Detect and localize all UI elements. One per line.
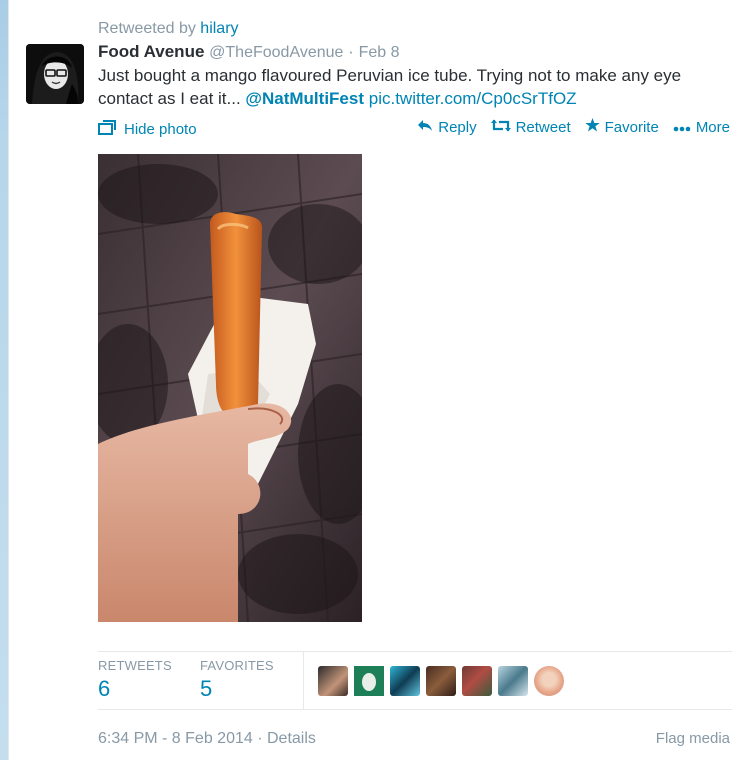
retweet-button[interactable]: Retweet — [490, 118, 571, 136]
pic-link[interactable]: pic.twitter.com/Cp0cSrTfOZ — [369, 89, 577, 108]
retweeted-by-line: Retweeted by hilary — [98, 20, 239, 38]
reply-icon — [417, 119, 433, 136]
avatar[interactable] — [26, 44, 84, 104]
tweet-card: Retweeted by hilary Food Avenue @TheFood… — [8, 0, 755, 760]
retweets-label: RETWEETS — [98, 658, 172, 673]
hide-photo-label: Hide photo — [124, 121, 197, 138]
author-name[interactable]: Food Avenue — [98, 42, 204, 61]
avatar[interactable] — [390, 666, 420, 696]
avatar[interactable] — [534, 666, 564, 696]
hide-photo-button[interactable]: Hide photo — [98, 120, 197, 139]
more-icon — [673, 119, 691, 136]
favoriter-avatars — [318, 666, 564, 696]
tweet-text: Just bought a mango flavoured Peruvian i… — [98, 64, 738, 110]
footer-separator: · — [257, 730, 263, 747]
retweets-count: 6 — [98, 676, 111, 701]
star-icon — [584, 118, 600, 136]
header-separator: · — [348, 42, 354, 61]
favorites-stat[interactable]: FAVORITES 5 — [200, 658, 274, 702]
retweet-label: Retweet — [515, 118, 571, 136]
tweet-actions: Reply Retweet Favorite More — [417, 118, 730, 136]
avatar[interactable] — [354, 666, 384, 696]
flag-media-link[interactable]: Flag media — [656, 730, 730, 747]
stats-vertical-divider — [303, 652, 304, 709]
tweet-date[interactable]: Feb 8 — [359, 44, 400, 61]
reply-label: Reply — [438, 118, 477, 136]
timestamp-text: 6:34 PM - 8 Feb 2014 — [98, 730, 253, 747]
retweet-icon — [490, 119, 511, 136]
tweet-photo[interactable] — [98, 154, 362, 622]
favorite-label: Favorite — [604, 118, 659, 136]
reply-button[interactable]: Reply — [417, 118, 477, 136]
more-label: More — [695, 118, 730, 136]
retweeter-link[interactable]: hilary — [200, 20, 238, 37]
tweet-header: Food Avenue @TheFoodAvenue · Feb 8 — [98, 42, 399, 62]
avatar[interactable] — [498, 666, 528, 696]
more-button[interactable]: More — [673, 118, 730, 136]
retweeted-by-prefix: Retweeted by — [98, 20, 196, 37]
avatar[interactable] — [462, 666, 492, 696]
author-handle[interactable]: @TheFoodAvenue — [209, 44, 343, 61]
details-link[interactable]: Details — [267, 730, 316, 747]
avatar[interactable] — [318, 666, 348, 696]
tweet-timestamp: 6:34 PM - 8 Feb 2014 · Details — [98, 730, 316, 748]
favorites-count: 5 — [200, 676, 213, 701]
retweets-stat[interactable]: RETWEETS 6 — [98, 658, 172, 702]
photo-icon — [98, 120, 116, 139]
avatar[interactable] — [426, 666, 456, 696]
favorites-label: FAVORITES — [200, 658, 274, 673]
favorite-button[interactable]: Favorite — [584, 118, 659, 136]
stats-divider-bottom — [98, 709, 732, 710]
stats-divider-top — [98, 651, 732, 652]
mention-link[interactable]: @NatMultiFest — [245, 89, 364, 108]
